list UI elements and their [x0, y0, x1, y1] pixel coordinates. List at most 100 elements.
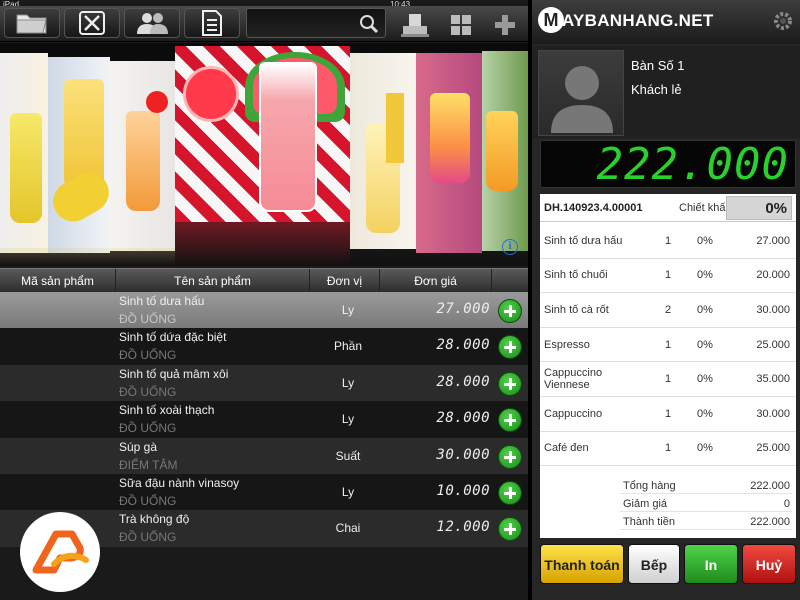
- order-item-row[interactable]: Sinh tố chuối 1 0% 20.000: [540, 259, 796, 294]
- order-item-qty: 1: [664, 442, 672, 455]
- search-box: [246, 8, 386, 38]
- product-row[interactable]: Súp gà ĐIỂM TÂM Suất 30.000: [0, 437, 528, 474]
- order-item-price: 27.000: [756, 234, 790, 247]
- product-price: 28.000: [436, 373, 490, 390]
- order-actions: Thanh toán Bếp In Huỷ: [540, 544, 796, 584]
- add-to-order-button[interactable]: [498, 299, 522, 323]
- cover-image-5[interactable]: [416, 53, 482, 253]
- product-unit: Chai: [335, 521, 361, 536]
- summary-value: 222.000: [750, 516, 790, 528]
- customer-name: Khách lẻ: [631, 82, 682, 97]
- order-item-name: Sinh tố chuối: [544, 269, 608, 282]
- discount-field[interactable]: 0%: [726, 196, 792, 220]
- product-list: Sinh tố dưa hấu ĐỒ UỐNG Ly 27.000 Sinh t…: [0, 292, 528, 547]
- col-code[interactable]: Mã sản phẩm: [0, 269, 116, 293]
- product-row[interactable]: Sinh tố dứa đặc biệt ĐỒ UỐNG Phần 28.000: [0, 328, 528, 365]
- product-panel: iPad 10:43 i Mã sản phẩm Tên sản phẩm Đơ…: [0, 0, 528, 600]
- add-product-button[interactable]: [491, 12, 521, 38]
- total-display: 222.000: [540, 139, 796, 190]
- product-name: Sinh tố dưa hấu: [119, 294, 205, 308]
- add-to-order-button[interactable]: [498, 517, 522, 542]
- order-item-row[interactable]: Café đen 1 0% 25.000: [540, 432, 796, 467]
- folder-icon: [16, 14, 47, 34]
- order-item-row[interactable]: Sinh tố dưa hấu 1 0% 27.000: [540, 224, 796, 259]
- plus-icon: [495, 15, 515, 35]
- product-name: Súp gà: [119, 439, 158, 454]
- print-button[interactable]: In: [684, 544, 738, 584]
- orders-button[interactable]: [184, 8, 240, 38]
- product-row[interactable]: Sinh tố quả mâm xôi ĐỒ UỐNG Ly 28.000: [0, 364, 528, 402]
- product-unit: Ly: [341, 375, 355, 390]
- col-unit[interactable]: Đơn vị: [310, 269, 380, 293]
- kitchen-button[interactable]: Bếp: [628, 544, 680, 584]
- customers-button[interactable]: [124, 8, 180, 38]
- order-summary: Tổng hàng 222.000 Giảm giá 0 Thành tiền …: [540, 476, 796, 538]
- product-coverflow[interactable]: [0, 43, 528, 266]
- pay-button[interactable]: Thanh toán: [540, 544, 624, 584]
- add-to-order-button[interactable]: [498, 408, 522, 433]
- add-to-order-button[interactable]: [498, 371, 522, 396]
- cover-image-2[interactable]: [48, 57, 110, 253]
- summary-subtotal: Tổng hàng 222.000: [620, 478, 792, 494]
- order-item-discount: 0%: [697, 373, 713, 386]
- product-unit: Ly: [341, 303, 355, 317]
- brand-logo: [20, 512, 100, 592]
- order-item-name: Espresso: [544, 338, 590, 351]
- product-category: ĐỒ UỐNG: [119, 421, 177, 436]
- product-category: ĐỒ UỐNG: [119, 493, 177, 508]
- order-item-name: Cappuccino Viennese: [544, 367, 603, 392]
- search-input[interactable]: [251, 13, 351, 33]
- summary-label: Thành tiền: [623, 516, 675, 528]
- cover-image-3[interactable]: [110, 61, 175, 251]
- add-to-order-button[interactable]: [498, 444, 522, 469]
- product-price: 28.000: [436, 337, 490, 354]
- printer-button[interactable]: [400, 12, 430, 38]
- product-category: ĐỒ UỐNG: [119, 384, 177, 399]
- order-item-price: 30.000: [756, 303, 790, 316]
- add-to-order-button[interactable]: [498, 335, 522, 360]
- product-category: ĐIỂM TÂM: [119, 457, 178, 472]
- search-icon[interactable]: [359, 14, 379, 34]
- order-detail: DH.140923.4.00001 Chiết khấu 0% Sinh tố …: [540, 194, 796, 538]
- cancel-button[interactable]: Huỷ: [742, 544, 796, 584]
- grid-view-button[interactable]: [447, 12, 477, 38]
- gear-icon[interactable]: [772, 10, 794, 32]
- open-folder-button[interactable]: [4, 8, 60, 38]
- product-category: ĐỒ UỐNG: [119, 348, 177, 363]
- avatar[interactable]: [538, 50, 624, 136]
- order-item-discount: 0%: [697, 407, 713, 420]
- col-price[interactable]: Đơn giá: [380, 269, 492, 293]
- cover-image-main[interactable]: [175, 46, 350, 222]
- col-name[interactable]: Tên sản phẩm: [116, 269, 310, 293]
- order-item-row[interactable]: Cappuccino Viennese 1 0% 35.000: [540, 362, 796, 397]
- order-item-name: Cappuccino: [544, 407, 603, 420]
- product-unit: Ly: [341, 412, 355, 427]
- product-price: 30.000: [436, 446, 490, 463]
- product-unit: Ly: [341, 484, 355, 499]
- product-name: Sữa đậu nành vinasoy: [119, 475, 240, 490]
- order-item-row[interactable]: Cappuccino 1 0% 30.000: [540, 397, 796, 432]
- cover-image-1[interactable]: [0, 53, 48, 253]
- order-item-discount: 0%: [697, 303, 713, 316]
- product-price: 28.000: [436, 410, 490, 427]
- info-icon[interactable]: i: [502, 239, 518, 255]
- order-item-name: Sinh tố dưa hấu: [544, 234, 623, 247]
- add-to-order-button[interactable]: [498, 480, 522, 505]
- menu-button[interactable]: [64, 8, 120, 38]
- cover-image-4[interactable]: [350, 53, 416, 249]
- cover-image-6[interactable]: [482, 51, 528, 251]
- product-name: Sinh tố dứa đặc biệt: [119, 330, 227, 345]
- product-row[interactable]: Sinh tố xoài thạch ĐỒ UỐNG Ly 28.000: [0, 401, 528, 438]
- order-item-row[interactable]: Sinh tố cà rốt 2 0% 30.000: [540, 293, 796, 328]
- order-item-qty: 1: [664, 373, 672, 386]
- product-unit: Suất: [335, 448, 361, 463]
- product-price: 12.000: [436, 519, 490, 536]
- total-amount: 222.000: [596, 139, 789, 190]
- discount-label: Chiết khấu: [679, 202, 732, 214]
- product-row[interactable]: Sinh tố dưa hấu ĐỒ UỐNG Ly 27.000: [0, 292, 528, 329]
- product-category: ĐỒ UỐNG: [119, 312, 177, 326]
- product-row[interactable]: Sữa đậu nành vinasoy ĐỒ UỐNG Ly 10.000: [0, 473, 528, 511]
- discount-value: 0%: [765, 200, 787, 217]
- order-item-price: 35.000: [756, 373, 790, 386]
- order-item-row[interactable]: Espresso 1 0% 25.000: [540, 328, 796, 363]
